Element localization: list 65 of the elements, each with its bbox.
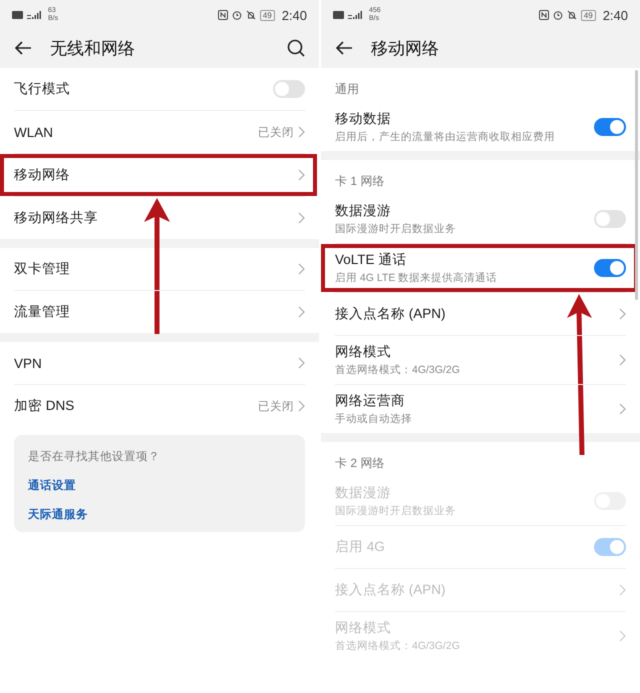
battery-level: 49	[580, 10, 596, 20]
setting-title[interactable]: 移动网络共享	[14, 209, 298, 227]
setting-title[interactable]: WLAN	[14, 124, 258, 140]
battery-level: 49	[260, 10, 275, 20]
clock-time: 2:40	[602, 8, 628, 22]
chevron-icon	[298, 126, 305, 138]
section-header: 卡 1 网络	[334, 173, 386, 190]
settings-link[interactable]: 天际通服务	[28, 507, 291, 522]
nfc-icon	[538, 10, 549, 20]
alarm-icon	[232, 10, 242, 20]
chevron-icon	[298, 357, 305, 369]
settings-link[interactable]: 通话设置	[28, 478, 291, 493]
chevron-icon	[619, 354, 626, 366]
back-icon[interactable]	[335, 41, 353, 55]
nfc-icon	[218, 10, 228, 20]
status-value: 已关闭	[258, 400, 294, 414]
setting-description: 首选网络模式：4G/3G/2G	[335, 363, 461, 377]
setting-title[interactable]: 加密 DNS	[14, 397, 258, 415]
setting-title[interactable]: 网络模式	[335, 343, 619, 361]
setting-title[interactable]: 流量管理	[14, 303, 298, 321]
page-title: 移动网络	[371, 38, 440, 60]
setting-description: 启用后，产生的流量将由运营商收取相应费用	[335, 130, 556, 144]
setting-title[interactable]: VPN	[14, 356, 298, 370]
page-title: 无线和网络	[50, 38, 136, 60]
status-value: 已关闭	[258, 126, 294, 140]
muted-bell-icon	[246, 10, 256, 20]
suggestion-question: 是否在寻找其他设置项？	[28, 450, 161, 464]
toggle-switch[interactable]	[594, 118, 626, 136]
scrollbar[interactable]	[635, 70, 638, 300]
toggle-switch[interactable]	[594, 259, 626, 277]
setting-description: 国际漫游时开启数据业务	[335, 504, 457, 518]
section-header: 卡 2 网络	[334, 455, 386, 472]
hd-icon	[12, 11, 23, 19]
setting-title[interactable]: 数据漫游	[335, 202, 594, 220]
setting-description: 启用 4G LTE 数据来提供高清通话	[335, 271, 498, 285]
hd-icon	[333, 11, 344, 19]
back-icon[interactable]	[14, 41, 32, 55]
setting-title[interactable]: 双卡管理	[14, 260, 298, 278]
setting-title[interactable]: 飞行模式	[14, 80, 273, 98]
setting-title[interactable]: VoLTE 通话	[335, 251, 594, 269]
chevron-icon	[298, 169, 305, 181]
muted-bell-icon	[566, 10, 577, 20]
chevron-icon	[619, 630, 626, 642]
signal-icon	[27, 10, 41, 20]
chevron-icon	[298, 306, 305, 318]
alarm-icon	[552, 10, 563, 20]
clock-time: 2:40	[282, 8, 307, 22]
chevron-icon	[619, 403, 626, 415]
chevron-icon	[619, 584, 626, 596]
section-header: 通用	[334, 81, 360, 98]
signal-icon	[348, 10, 362, 20]
chevron-icon	[619, 308, 626, 320]
search-icon[interactable]	[287, 39, 305, 57]
setting-title[interactable]: 移动数据	[335, 110, 594, 128]
toggle-switch[interactable]	[273, 80, 305, 98]
setting-description: 国际漫游时开启数据业务	[335, 222, 457, 236]
chevron-icon	[298, 400, 305, 412]
setting-title[interactable]: 网络运营商	[335, 392, 619, 410]
setting-description: 手动或自动选择	[335, 412, 413, 426]
setting-title[interactable]: 移动网络	[14, 166, 298, 184]
setting-description: 首选网络模式：4G/3G/2G	[335, 639, 461, 653]
toggle-switch[interactable]	[594, 210, 626, 228]
chevron-icon	[298, 263, 305, 275]
setting-title[interactable]: 接入点名称 (APN)	[335, 305, 619, 323]
chevron-icon	[298, 212, 305, 224]
